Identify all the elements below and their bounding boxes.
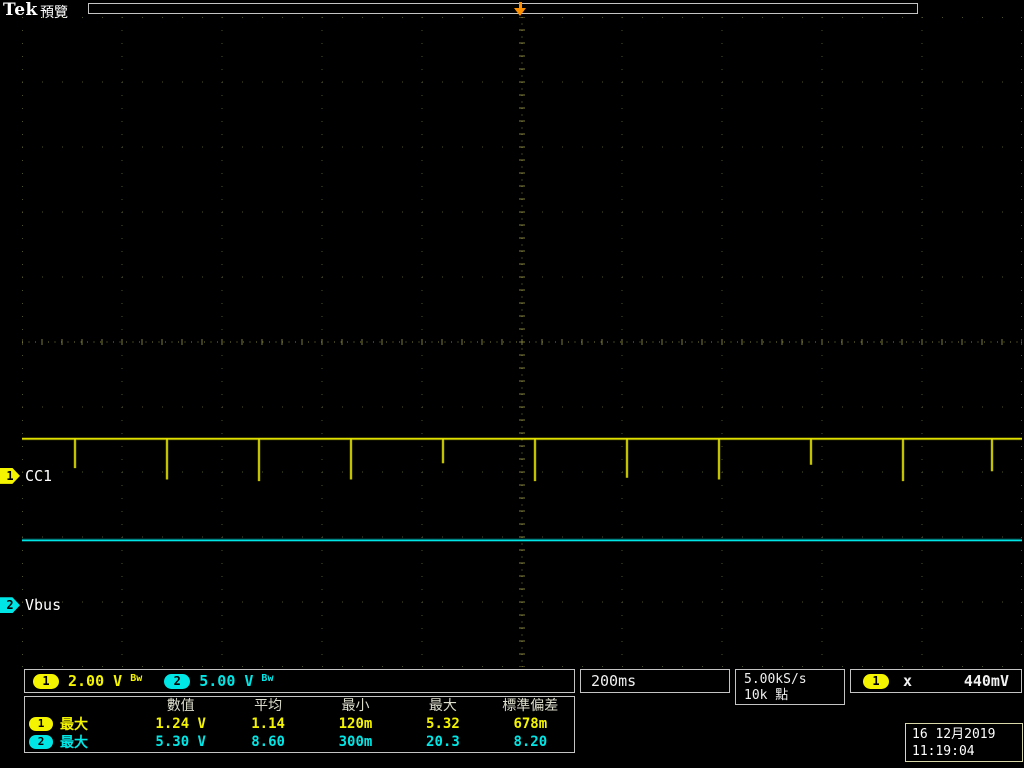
meas-header-max: 最大 bbox=[428, 698, 457, 714]
meas-row1-min: 120m bbox=[338, 716, 373, 732]
trigger-position-arrow-icon bbox=[514, 8, 526, 16]
meas-row2-value: 5.30 V bbox=[155, 734, 206, 750]
meas-row1-name: 最大 bbox=[60, 717, 88, 733]
trigger-slope-symbol: x bbox=[903, 672, 913, 690]
sample-rate: 5.00kS/s bbox=[744, 672, 807, 687]
meas-row1-max: 5.32 bbox=[426, 716, 460, 732]
ch1-trace-label: CC1 bbox=[25, 466, 53, 485]
ch1-badge: 1 bbox=[33, 673, 59, 689]
meas-corner-spacer bbox=[25, 698, 137, 715]
measurement-grid: 數值 平均 最小 最大 標準偏差 1 最大 1.24 V 1.14 120m 5… bbox=[25, 697, 574, 751]
meas-row2-max: 20.3 bbox=[426, 734, 460, 750]
meas-header-min: 最小 bbox=[341, 698, 370, 714]
meas-row2-mean: 8.60 bbox=[251, 734, 285, 750]
ch1-bandwidth-limit-icon: Bw bbox=[130, 673, 143, 684]
channel2-marker-row: 2 Vbus bbox=[0, 596, 62, 615]
datetime-box: 16 12月2019 11:19:04 bbox=[905, 723, 1023, 762]
ch2-bandwidth-limit-icon: Bw bbox=[261, 673, 274, 684]
meas-row2-ch-badge: 2 bbox=[29, 735, 53, 749]
meas-header-mean: 平均 bbox=[254, 698, 283, 714]
measurement-table: 數值 平均 最小 最大 標準偏差 1 最大 1.24 V 1.14 120m 5… bbox=[24, 696, 575, 753]
meas-row1-value: 1.24 V bbox=[155, 716, 206, 732]
ch2-trace-label: Vbus bbox=[25, 596, 62, 615]
ch1-volts-per-div: 2.00 V bbox=[68, 672, 123, 690]
meas-header-value: 數值 bbox=[166, 698, 195, 714]
meas-row2-name: 最大 bbox=[60, 735, 88, 751]
trigger-box: 1 x 440mV bbox=[850, 669, 1022, 693]
channel-settings-box: 1 2.00 V Bw 2 5.00 V Bw bbox=[24, 669, 575, 693]
graticule bbox=[22, 17, 1022, 667]
meas-header-stddev: 標準偏差 bbox=[502, 698, 559, 714]
oscilloscope-screen: Tek 預覽 1 CC1 2 Vbus 1 2.00 V Bw 2 5.00 V… bbox=[0, 0, 1024, 768]
meas-row2-min: 300m bbox=[338, 734, 373, 750]
ch2-position-arrow-icon: 2 bbox=[0, 597, 20, 614]
waveform-display bbox=[22, 17, 1022, 667]
acquisition-box: 5.00kS/s 10k 點 bbox=[735, 669, 845, 705]
meas-row1-label: 1 最大 bbox=[25, 715, 137, 733]
ch1-position-arrow-icon: 1 bbox=[0, 467, 20, 484]
trigger-position-marker bbox=[514, 2, 527, 17]
ch2-volts-per-div: 5.00 V bbox=[199, 672, 254, 690]
meas-row2-stddev: 8.20 bbox=[513, 734, 548, 750]
timebase-value: 200ms bbox=[591, 672, 637, 690]
channel1-marker-row: 1 CC1 bbox=[0, 466, 53, 485]
record-view-bar bbox=[88, 3, 918, 14]
trigger-source-badge: 1 bbox=[863, 673, 889, 689]
meas-row1-stddev: 678m bbox=[513, 716, 548, 732]
time-value: 11:19:04 bbox=[912, 744, 975, 759]
meas-row2-label: 2 最大 bbox=[25, 733, 137, 751]
timebase-box: 200ms bbox=[580, 669, 730, 693]
date-value: 16 12月2019 bbox=[912, 727, 996, 742]
meas-row1-mean: 1.14 bbox=[251, 716, 285, 732]
meas-row1-ch-badge: 1 bbox=[29, 717, 53, 731]
ch2-badge: 2 bbox=[164, 673, 191, 689]
trigger-level-value: 440mV bbox=[963, 672, 1009, 690]
record-length: 10k 點 bbox=[744, 688, 789, 703]
